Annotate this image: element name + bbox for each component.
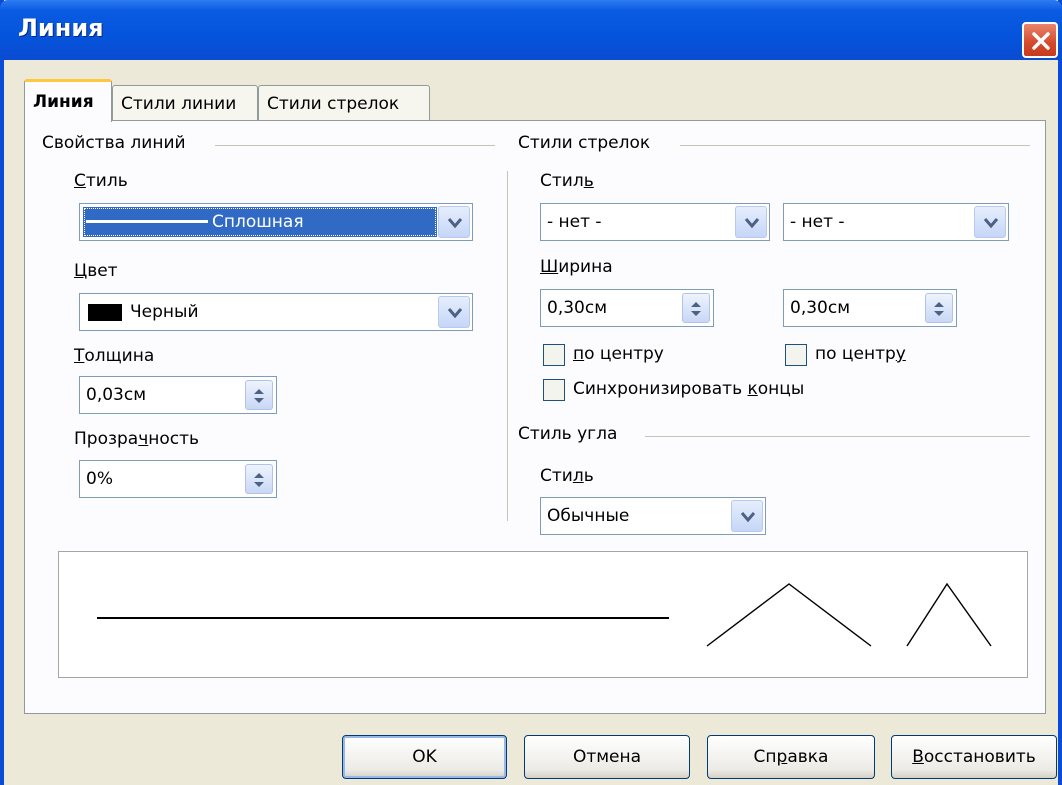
close-button[interactable] <box>1022 22 1058 58</box>
sync-ends-checkbox[interactable] <box>543 379 565 401</box>
line-style-value: Сплошная <box>212 212 304 232</box>
reset-button[interactable]: Восстановить <box>891 735 1057 779</box>
spin-updown-icon <box>934 302 944 316</box>
tab-line-label: Линия <box>33 92 94 112</box>
corner-style-label: Стиль <box>540 466 594 486</box>
arrow-end-style-dropdown-button[interactable] <box>974 206 1006 238</box>
arrow-width-label: Ширина <box>540 257 613 277</box>
line-width-spinner[interactable]: 0,03см <box>79 376 277 414</box>
line-style-dropdown[interactable]: Сплошная <box>79 203 473 241</box>
group-label-line-props: Свойства линий <box>42 133 194 153</box>
preview-narrow-corner <box>906 582 992 647</box>
chevron-down-icon <box>447 308 463 319</box>
line-style-label: Стиль <box>74 171 128 191</box>
corner-style-dropdown[interactable]: Обычные <box>540 497 766 535</box>
line-color-label: Цвет <box>74 261 118 281</box>
line-color-dropdown-button[interactable] <box>438 296 470 328</box>
chevron-down-icon <box>744 218 760 229</box>
line-width-label: Толщина <box>74 346 155 366</box>
sync-ends-label: Синхронизировать концы <box>573 379 805 399</box>
transparency-label: Прозрачность <box>74 429 200 449</box>
ok-button-label: OK <box>412 747 437 767</box>
tab-line[interactable]: Линия <box>24 79 112 122</box>
corner-style-value: Обычные <box>547 506 630 526</box>
help-button-label: Справка <box>753 747 829 767</box>
arrow-start-width-value: 0,30см <box>547 298 608 318</box>
arrow-end-center-checkbox[interactable] <box>785 344 807 366</box>
cancel-button-label: Отмена <box>572 747 642 767</box>
close-icon <box>1032 32 1050 50</box>
group-line-left <box>215 145 495 146</box>
line-style-dropdown-button[interactable] <box>438 206 470 238</box>
tab-panel: Свойства линий Стиль Сплошная Цвет Черны… <box>24 120 1046 714</box>
tab-arrow-styles-label: Стили стрелок <box>267 94 400 114</box>
line-preview-drawing <box>97 582 992 647</box>
dialog-window: Линия Линия Стили линии Стили стрелок Св… <box>0 0 1062 785</box>
line-color-value: Черный <box>130 302 199 322</box>
help-button[interactable]: Справка <box>707 735 875 779</box>
tab-arrow-styles[interactable]: Стили стрелок <box>258 85 430 121</box>
arrow-start-center-checkbox[interactable] <box>543 344 565 366</box>
line-style-selection: Сплошная <box>83 207 437 237</box>
arrow-start-width-spinner[interactable]: 0,30см <box>540 289 714 327</box>
arrow-end-width-value: 0,30см <box>790 298 851 318</box>
transparency-spin-button[interactable] <box>245 464 273 494</box>
corner-style-dropdown-button[interactable] <box>731 500 763 532</box>
transparency-value: 0% <box>86 469 113 489</box>
arrow-end-style-dropdown[interactable]: - нет - <box>783 203 1009 241</box>
group-line-right <box>680 145 1030 146</box>
spin-updown-icon <box>691 302 701 316</box>
arrow-start-center-label: по центру <box>573 344 664 364</box>
tab-line-styles-label: Стили линии <box>121 94 237 114</box>
line-preview <box>58 551 1028 678</box>
group-line-corner <box>645 436 1030 437</box>
color-swatch <box>88 304 122 321</box>
vertical-separator <box>507 171 508 521</box>
arrow-end-style-value: - нет - <box>790 212 845 232</box>
reset-button-label: Восстановить <box>912 747 1036 767</box>
arrow-end-width-spin-button[interactable] <box>925 293 953 323</box>
chevron-down-icon <box>447 218 463 229</box>
line-width-spin-button[interactable] <box>245 380 273 410</box>
group-label-corner-style: Стиль угла <box>518 424 626 444</box>
cancel-button[interactable]: Отмена <box>524 735 690 779</box>
arrow-start-width-spin-button[interactable] <box>682 293 710 323</box>
line-color-dropdown[interactable]: Черный <box>79 293 473 331</box>
group-label-arrow-styles: Стили стрелок <box>518 133 659 153</box>
line-style-sample <box>86 220 208 223</box>
arrow-end-center-label: по центру <box>815 344 906 364</box>
preview-wide-corner <box>706 583 872 647</box>
ok-button[interactable]: OK <box>342 735 507 779</box>
window-title: Линия <box>18 14 104 42</box>
chevron-down-icon <box>740 512 756 523</box>
transparency-spinner[interactable]: 0% <box>79 460 277 498</box>
spin-updown-icon <box>254 473 264 487</box>
line-width-value: 0,03см <box>86 385 147 405</box>
tab-line-styles[interactable]: Стили линии <box>112 85 258 121</box>
arrow-start-style-dropdown[interactable]: - нет - <box>540 203 770 241</box>
arrow-end-width-spinner[interactable]: 0,30см <box>783 289 957 327</box>
arrow-style-label: Стиль <box>540 171 594 191</box>
title-bar: Линия <box>0 0 1062 60</box>
chevron-down-icon <box>983 218 999 229</box>
arrow-start-style-value: - нет - <box>547 212 602 232</box>
arrow-start-style-dropdown-button[interactable] <box>735 206 767 238</box>
spin-updown-icon <box>254 389 264 403</box>
